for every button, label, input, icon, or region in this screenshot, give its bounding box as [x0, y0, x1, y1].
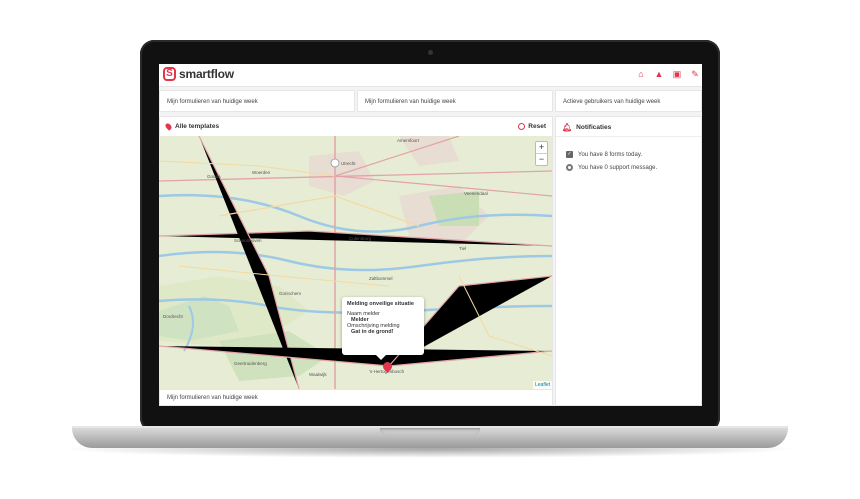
stat-card-label: Mijn formulieren van huidige week [365, 99, 456, 105]
notification-item[interactable]: You have 0 support message. [566, 164, 657, 171]
logo-icon: S [163, 67, 176, 81]
map-label: Zaltbommel [369, 276, 393, 281]
map-label: Woerden [252, 170, 271, 175]
leaflet-attribution[interactable]: Leaflet [532, 381, 552, 389]
calendar-icon[interactable]: ▣ [672, 69, 682, 79]
notifications-panel: 🔔︎ Notificaties ✓ You have 8 forms today… [555, 116, 702, 406]
divider [556, 136, 701, 137]
top-navbar: S smartflow ⌂ ▲ ▣ ✎ [159, 64, 702, 87]
map-label: Dordrecht [163, 314, 183, 319]
topbar-icons: ⌂ ▲ ▣ ✎ [636, 69, 700, 79]
popup-field-value: Gat in de grond! [351, 329, 394, 335]
map-popup: Melding onveilige situatie Naam melder M… [342, 297, 424, 360]
map-label: Waalwijk [309, 372, 327, 377]
map-panel-title: Alle templates [164, 122, 220, 131]
reset-button[interactable]: Reset [518, 123, 546, 130]
stat-card-active-users[interactable]: Actieve gebruikers van huidige week [555, 90, 702, 112]
notification-text: You have 0 support message. [578, 164, 658, 171]
pencil-icon[interactable]: ✎ [690, 69, 700, 79]
stat-card-label: Mijn formulieren van huidige week [167, 99, 258, 105]
home-icon[interactable]: ⌂ [636, 69, 646, 79]
stat-card-label: Actieve gebruikers van huidige week [563, 99, 661, 105]
crosshair-icon [518, 123, 526, 130]
zoom-out-button[interactable]: − [536, 153, 547, 165]
zoom-control: + − [535, 141, 548, 166]
bell-icon: 🔔︎ [562, 123, 573, 132]
stat-card-my-forms-footer[interactable]: Mijn formulieren van huidige week [159, 389, 553, 406]
logo-text: smartflow [179, 67, 234, 81]
popup-title: Melding onveilige situatie [347, 301, 414, 307]
lifebuoy-icon [566, 164, 573, 171]
map-label: Gouda [207, 174, 221, 179]
map-label: Gorinchem [279, 291, 302, 296]
notification-item[interactable]: ✓ You have 8 forms today. [566, 151, 642, 158]
stat-card-label: Mijn formulieren van huidige week [167, 395, 258, 401]
notifications-title-text: Notificaties [576, 124, 612, 131]
map-label: Amersfoort [397, 138, 420, 143]
stat-card-my-forms[interactable]: Mijn formulieren van huidige week [159, 90, 355, 112]
map-label: Utrecht [341, 161, 356, 166]
map-label: Veenendaal [464, 191, 488, 196]
graduation-cap-icon[interactable]: ▲ [654, 69, 664, 79]
camera [428, 50, 433, 55]
reset-label: Reset [528, 123, 546, 130]
stat-card-my-forms-2[interactable]: Mijn formulieren van huidige week [357, 90, 553, 112]
map-label: Schoonhoven [234, 238, 262, 243]
map-marker-icon[interactable] [381, 360, 394, 374]
zoom-in-button[interactable]: + [536, 142, 547, 153]
notification-text: You have 8 forms today. [578, 151, 643, 158]
map-view[interactable]: Amersfoort Utrecht Gouda Woerden Culembo… [159, 136, 552, 389]
laptop-base-notch [380, 428, 480, 435]
map-label: Tiel [459, 246, 467, 251]
map-pin-icon [164, 122, 173, 131]
map-label: Culemborg [349, 236, 372, 241]
check-square-icon: ✓ [566, 151, 573, 158]
logo[interactable]: S smartflow [163, 67, 234, 81]
app-screen: S smartflow ⌂ ▲ ▣ ✎ Mijn formulieren van… [159, 64, 702, 406]
map-label: Geertruidenberg [234, 361, 267, 366]
map-panel-title-text: Alle templates [175, 123, 220, 130]
notifications-title: 🔔︎ Notificaties [562, 123, 611, 132]
